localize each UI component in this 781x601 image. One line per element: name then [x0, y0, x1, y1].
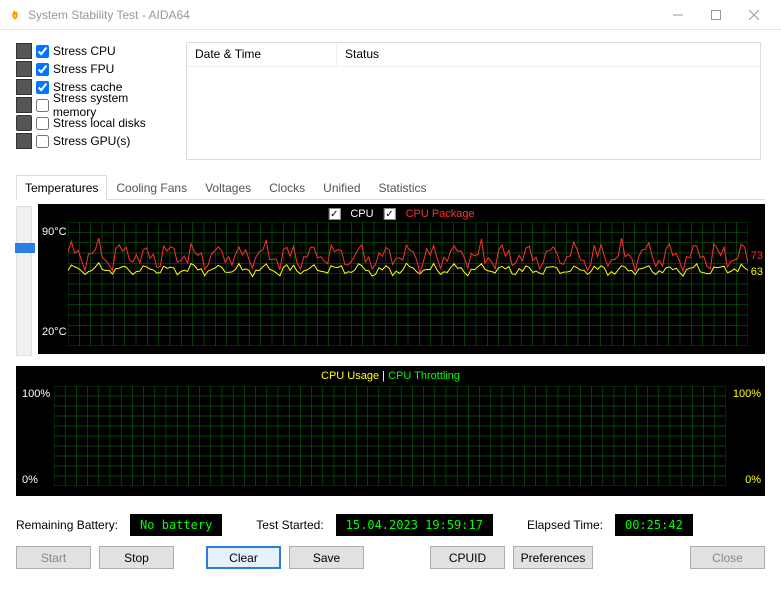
- legend-throttle-label: CPU Throttling: [388, 370, 460, 382]
- legend-sep: |: [382, 370, 385, 382]
- usage-ylabel-bot: 0%: [22, 474, 38, 486]
- usage-plot: [54, 386, 726, 486]
- tab-temperatures[interactable]: Temperatures: [16, 175, 107, 200]
- stress-item: Stress FPU: [16, 60, 174, 78]
- tab-statistics[interactable]: Statistics: [370, 175, 436, 200]
- legend-cpupkg-checkbox[interactable]: ✓: [384, 208, 396, 220]
- usage-legend: CPU Usage | CPU Throttling: [321, 370, 460, 382]
- maximize-button[interactable]: [697, 0, 735, 30]
- temp-plot: [68, 222, 748, 346]
- window-title: System Stability Test - AIDA64: [28, 8, 659, 22]
- temp-ylabel-top: 90°C: [42, 226, 67, 238]
- started-value: 15.04.2023 19:59:17: [336, 514, 493, 536]
- temperature-graph: ✓ CPU ✓ CPU Package 90°C 20°C 73 63: [38, 204, 765, 354]
- close-window-button[interactable]: [735, 0, 773, 30]
- tab-unified[interactable]: Unified: [314, 175, 369, 200]
- stress-checkbox[interactable]: [36, 99, 49, 112]
- clear-button[interactable]: Clear: [206, 546, 281, 569]
- elapsed-value: 00:25:42: [615, 514, 693, 536]
- app-icon: [8, 8, 22, 22]
- stress-checkbox[interactable]: [36, 135, 49, 148]
- stress-label[interactable]: Stress CPU: [53, 44, 116, 58]
- scale-slider-thumb[interactable]: [15, 243, 35, 253]
- legend-usage-label: CPU Usage: [321, 370, 379, 382]
- tab-voltages[interactable]: Voltages: [196, 175, 260, 200]
- temp-endval-pkg: 73: [751, 250, 763, 262]
- button-row: Start Stop Clear Save CPUID Preferences …: [16, 546, 765, 569]
- minimize-button[interactable]: [659, 0, 697, 30]
- usage-ylabel-top: 100%: [22, 388, 50, 400]
- log-col-datetime[interactable]: Date & Time: [187, 43, 337, 66]
- stress-options: Stress CPUStress FPUStress cacheStress s…: [16, 42, 174, 160]
- started-label: Test Started:: [256, 518, 323, 532]
- stress-label[interactable]: Stress local disks: [53, 116, 146, 130]
- log-col-status[interactable]: Status: [337, 43, 387, 66]
- battery-value: No battery: [130, 514, 222, 536]
- usage-rlabel-bot: 0%: [745, 474, 761, 486]
- scale-slider[interactable]: [16, 206, 32, 356]
- stress-label[interactable]: Stress GPU(s): [53, 134, 130, 148]
- temp-ylabel-bot: 20°C: [42, 326, 67, 338]
- stress-icon: [16, 79, 32, 95]
- stress-checkbox[interactable]: [36, 117, 49, 130]
- save-button[interactable]: Save: [289, 546, 364, 569]
- stress-checkbox[interactable]: [36, 63, 49, 76]
- stress-item: Stress GPU(s): [16, 132, 174, 150]
- stress-icon: [16, 61, 32, 77]
- legend-cpu-checkbox[interactable]: ✓: [328, 208, 340, 220]
- tab-cooling-fans[interactable]: Cooling Fans: [107, 175, 196, 200]
- temp-endval-cpu: 63: [751, 266, 763, 278]
- cpuid-button[interactable]: CPUID: [430, 546, 505, 569]
- temp-legend: ✓ CPU ✓ CPU Package: [328, 208, 474, 220]
- legend-cpu-label: CPU: [350, 208, 373, 220]
- stress-checkbox[interactable]: [36, 45, 49, 58]
- legend-cpupkg-label: CPU Package: [406, 208, 475, 220]
- close-button[interactable]: Close: [690, 546, 765, 569]
- elapsed-label: Elapsed Time:: [527, 518, 603, 532]
- stress-label[interactable]: Stress FPU: [53, 62, 114, 76]
- stop-button[interactable]: Stop: [99, 546, 174, 569]
- stress-icon: [16, 133, 32, 149]
- stress-icon: [16, 115, 32, 131]
- stress-item: Stress system memory: [16, 96, 174, 114]
- usage-graph: CPU Usage | CPU Throttling 100% 0% 100% …: [16, 366, 765, 496]
- tab-clocks[interactable]: Clocks: [260, 175, 314, 200]
- stress-icon: [16, 43, 32, 59]
- preferences-button[interactable]: Preferences: [513, 546, 593, 569]
- stress-icon: [16, 97, 32, 113]
- start-button[interactable]: Start: [16, 546, 91, 569]
- titlebar: System Stability Test - AIDA64: [0, 0, 781, 30]
- status-row: Remaining Battery: No battery Test Start…: [16, 514, 765, 536]
- graph-tabs: TemperaturesCooling FansVoltagesClocksUn…: [16, 174, 765, 200]
- stress-checkbox[interactable]: [36, 81, 49, 94]
- battery-label: Remaining Battery:: [16, 518, 118, 532]
- log-table: Date & Time Status: [186, 42, 761, 160]
- usage-rlabel-top: 100%: [733, 388, 761, 400]
- stress-item: Stress CPU: [16, 42, 174, 60]
- stress-label[interactable]: Stress system memory: [53, 91, 174, 119]
